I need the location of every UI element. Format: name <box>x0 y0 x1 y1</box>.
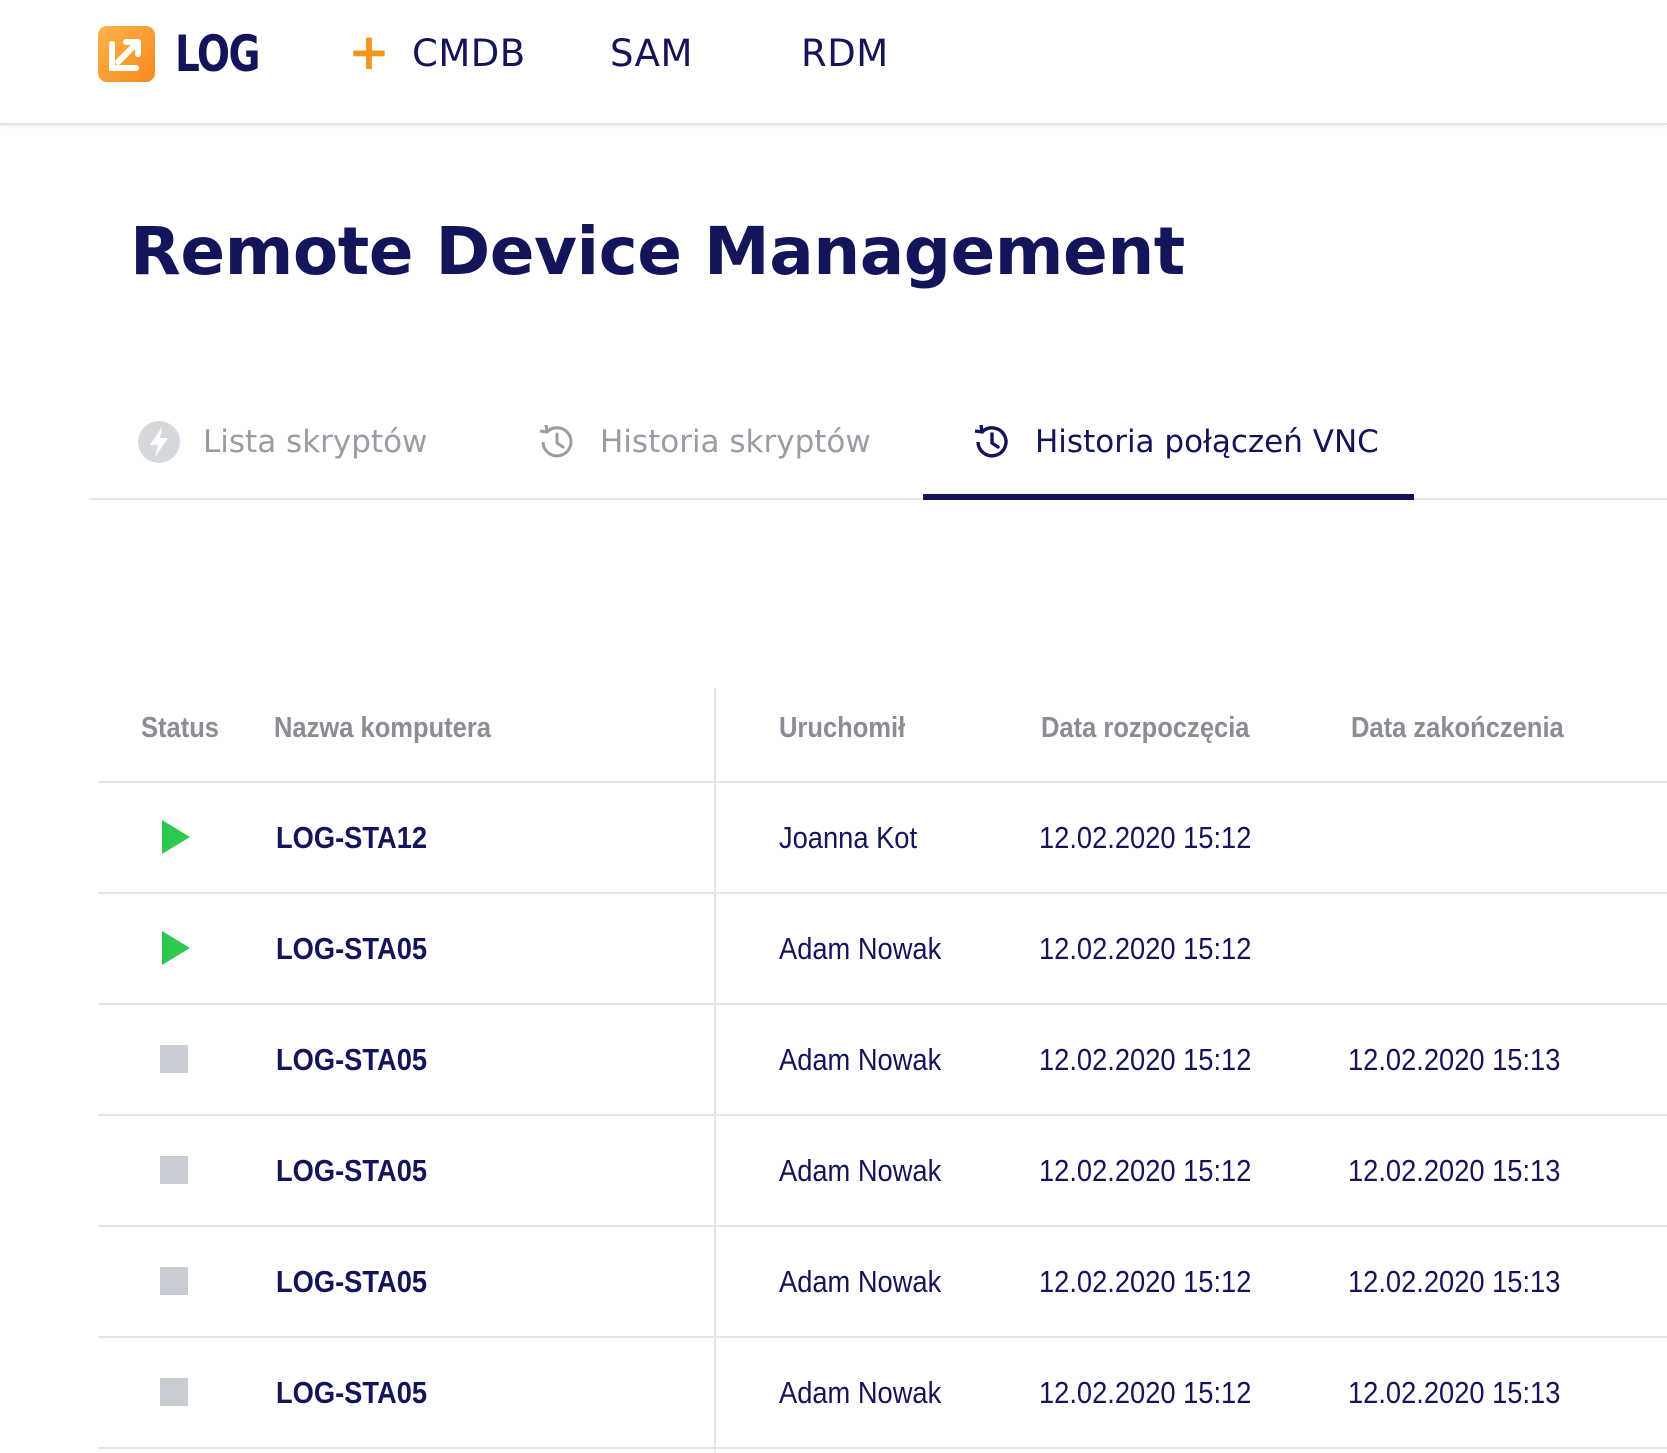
end-date: 12.02.2020 15:13 <box>1348 1375 1561 1410</box>
nav-item-cmdb[interactable]: CMDB <box>412 32 526 76</box>
history-icon <box>534 420 578 464</box>
start-date: 12.02.2020 15:12 <box>1039 820 1252 855</box>
column-header-start-date[interactable]: Data rozpoczęcia <box>1041 708 1249 748</box>
table-header: Status Nazwa komputera Uruchomił Data ro… <box>98 688 1667 783</box>
nav-item-rdm[interactable]: RDM <box>801 32 889 76</box>
lightning-icon <box>137 420 181 464</box>
tab-label: Historia skryptów <box>600 424 871 460</box>
computer-name: LOG-STA05 <box>276 1042 428 1077</box>
tab-label: Lista skryptów <box>203 424 428 460</box>
logo-plus: + <box>348 23 390 81</box>
status-running-icon <box>160 819 194 855</box>
end-date: 12.02.2020 15:13 <box>1348 1042 1561 1077</box>
page-title: Remote Device Management <box>130 213 1185 290</box>
computer-name: LOG-STA05 <box>276 931 428 966</box>
tab-historia-polaczen-vnc[interactable]: Historia połączeń VNC <box>969 400 1379 500</box>
table-row[interactable]: LOG-STA05 Adam Nowak 12.02.2020 15:12 <box>98 894 1667 1005</box>
logo-arrow-icon <box>98 26 155 82</box>
start-date: 12.02.2020 15:12 <box>1039 1042 1252 1077</box>
column-header-end-date[interactable]: Data zakończenia <box>1351 708 1564 748</box>
tab-historia-skryptow[interactable]: Historia skryptów <box>534 400 871 500</box>
logo[interactable]: LOG + <box>98 25 390 83</box>
started-by: Adam Nowak <box>779 1375 942 1410</box>
start-date: 12.02.2020 15:12 <box>1039 931 1252 966</box>
column-header-computer[interactable]: Nazwa komputera <box>274 708 491 748</box>
status-running-icon <box>160 930 194 966</box>
vnc-history-table: Status Nazwa komputera Uruchomił Data ro… <box>98 688 1667 1449</box>
end-date: 12.02.2020 15:13 <box>1348 1153 1561 1188</box>
started-by: Adam Nowak <box>779 1264 942 1299</box>
tab-bar: Lista skryptów Historia skryptów Histori… <box>89 400 1667 500</box>
table-row[interactable]: LOG-STA12 Joanna Kot 12.02.2020 15:12 <box>98 783 1667 894</box>
nav-item-sam[interactable]: SAM <box>610 32 693 76</box>
logo-text: LOG <box>175 25 261 83</box>
column-header-started-by[interactable]: Uruchomił <box>779 708 905 748</box>
top-navigation-bar: LOG + CMDB SAM RDM <box>0 0 1667 125</box>
status-stopped-icon <box>160 1374 194 1410</box>
status-stopped-icon <box>160 1041 194 1077</box>
table-row[interactable]: LOG-STA05 Adam Nowak 12.02.2020 15:12 12.02… <box>98 1116 1667 1227</box>
computer-name: LOG-STA05 <box>276 1264 428 1299</box>
computer-name: LOG-STA05 <box>276 1153 428 1188</box>
history-icon <box>969 420 1013 464</box>
end-date: 12.02.2020 15:13 <box>1348 1264 1561 1299</box>
started-by: Adam Nowak <box>779 1042 942 1077</box>
start-date: 12.02.2020 15:12 <box>1039 1264 1252 1299</box>
started-by: Joanna Kot <box>779 820 918 855</box>
tab-label: Historia połączeń VNC <box>1035 424 1379 460</box>
start-date: 12.02.2020 15:12 <box>1039 1153 1252 1188</box>
started-by: Adam Nowak <box>779 931 942 966</box>
tab-lista-skryptow[interactable]: Lista skryptów <box>137 400 427 500</box>
active-tab-indicator <box>923 494 1414 500</box>
status-stopped-icon <box>160 1152 194 1188</box>
started-by: Adam Nowak <box>779 1153 942 1188</box>
table-row[interactable]: LOG-STA05 Adam Nowak 12.02.2020 15:12 12.02… <box>98 1338 1667 1449</box>
computer-name: LOG-STA05 <box>276 1375 428 1410</box>
status-stopped-icon <box>160 1263 194 1299</box>
computer-name: LOG-STA12 <box>276 820 428 855</box>
table-body: LOG-STA12 Joanna Kot 12.02.2020 15:12 LOG-S… <box>98 783 1667 1449</box>
start-date: 12.02.2020 15:12 <box>1039 1375 1252 1410</box>
table-row[interactable]: LOG-STA05 Adam Nowak 12.02.2020 15:12 12.02… <box>98 1227 1667 1338</box>
table-row[interactable]: LOG-STA05 Adam Nowak 12.02.2020 15:12 12.02… <box>98 1005 1667 1116</box>
column-header-status[interactable]: Status <box>141 708 219 748</box>
